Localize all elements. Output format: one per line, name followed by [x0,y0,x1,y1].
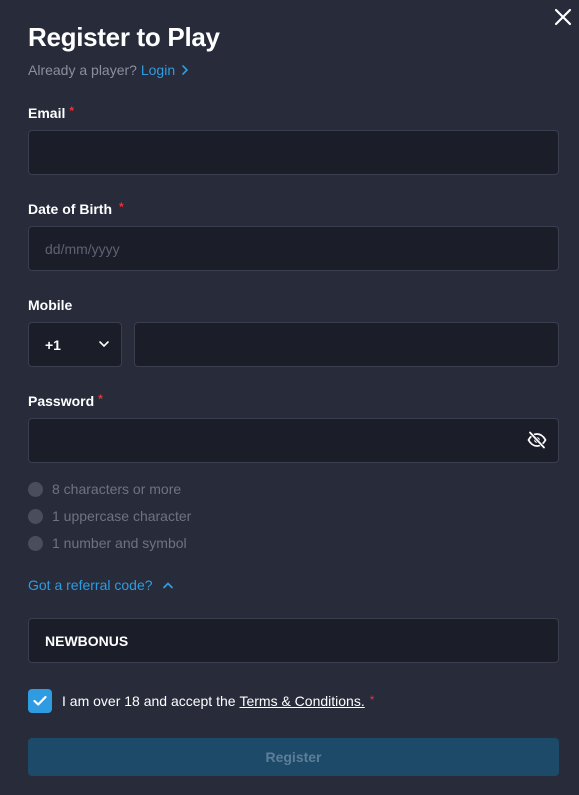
register-button[interactable]: Register [28,738,559,776]
login-link-label: Login [140,62,176,78]
password-rule-uppercase: 1 uppercase character [28,508,191,524]
email-label: Email * [28,104,75,121]
checkmark-icon [33,695,47,706]
mobile-label: Mobile [28,297,73,313]
chevron-up-icon [162,582,173,589]
password-label: Password * [28,392,103,409]
chevron-right-icon [182,65,189,75]
chevron-down-icon [99,341,109,348]
terms-row: I am over 18 and accept the Terms & Cond… [28,689,374,713]
mobile-field-wrapper [134,322,559,367]
terms-required-marker: * [369,693,375,707]
already-player-text: Already a player? [28,62,137,78]
terms-checkbox[interactable] [28,689,52,713]
dob-field-wrapper [28,226,559,271]
circle-icon [28,535,43,551]
register-modal: Register to Play Already a player? Login… [0,0,579,795]
email-required-marker: * [69,104,75,118]
email-label-text: Email [28,105,66,121]
referral-code-field[interactable] [29,619,558,662]
circle-icon [28,481,43,497]
password-rule-number-symbol: 1 number and symbol [28,535,187,551]
mobile-field[interactable] [135,323,558,366]
password-label-text: Password [28,393,95,409]
country-code-select[interactable]: +1 [28,322,122,367]
dob-label: Date of Birth * [28,200,124,217]
referral-toggle-label: Got a referral code? [28,577,153,593]
circle-icon [28,508,43,524]
dob-label-text: Date of Birth [28,201,112,217]
login-prompt: Already a player? Login [28,62,189,78]
password-field[interactable] [29,419,558,462]
password-field-wrapper [28,418,559,463]
country-code-value: +1 [45,337,61,353]
close-icon[interactable] [553,7,573,27]
dob-required-marker: * [119,200,124,214]
password-rule-length: 8 characters or more [28,481,181,497]
eye-off-icon[interactable] [527,431,547,449]
terms-link[interactable]: Terms & Conditions. [239,693,364,709]
password-rule-text: 8 characters or more [52,481,182,497]
password-rule-text: 1 uppercase character [52,508,192,524]
password-rule-text: 1 number and symbol [52,535,187,551]
page-title: Register to Play [28,22,220,52]
email-field-wrapper [28,130,559,175]
login-link[interactable]: Login [141,62,189,78]
dob-field[interactable] [29,227,558,270]
password-required-marker: * [98,392,103,406]
email-field[interactable] [29,131,558,174]
referral-toggle[interactable]: Got a referral code? [28,577,174,593]
terms-text: I am over 18 and accept the [62,693,236,709]
referral-field-wrapper [28,618,559,663]
